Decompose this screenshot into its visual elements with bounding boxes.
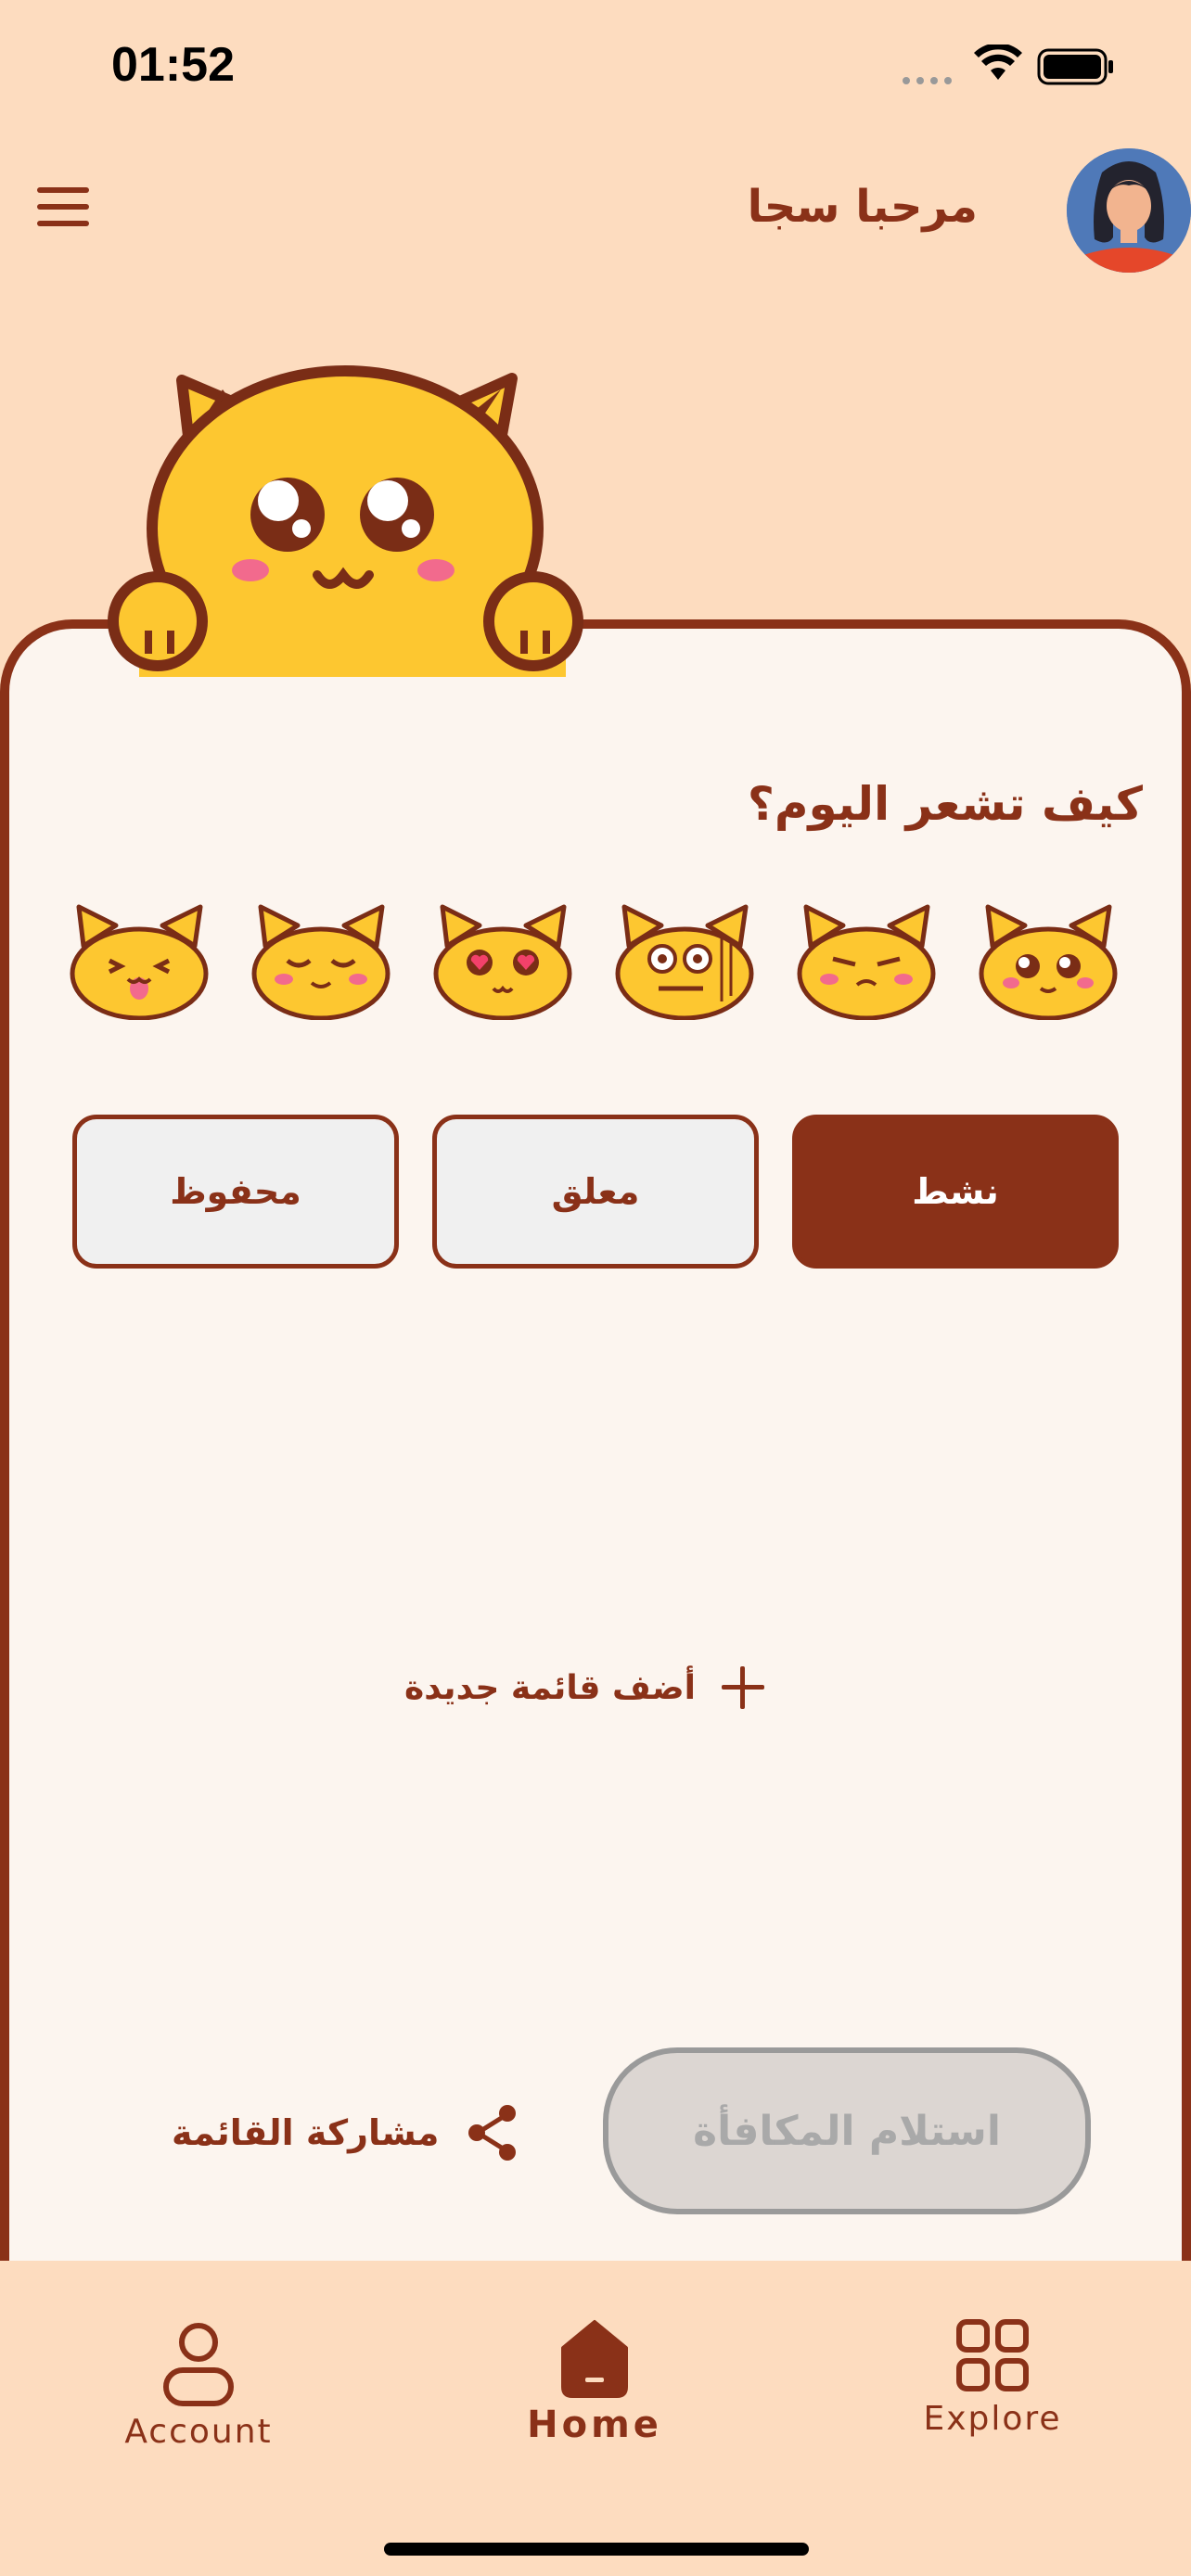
cat-mascot-icon bbox=[108, 365, 583, 677]
plus-icon bbox=[721, 1666, 764, 1709]
menu-button[interactable] bbox=[37, 187, 96, 232]
nav-home-label: Home bbox=[527, 2404, 662, 2446]
menu-line bbox=[37, 221, 89, 226]
claim-reward-button[interactable]: استلام المكافأة bbox=[603, 2047, 1091, 2214]
tab-suspended[interactable]: معلق bbox=[432, 1115, 759, 1269]
nav-home[interactable]: Home bbox=[483, 2316, 706, 2446]
sleepy-cat-icon[interactable] bbox=[247, 899, 395, 1020]
add-list-button[interactable]: أضف قائمة جديدة bbox=[404, 1660, 764, 1715]
app-header: مرحبا سجا bbox=[0, 139, 1191, 278]
cellular-signal-icon bbox=[903, 77, 952, 84]
mood-selector bbox=[65, 899, 1122, 1020]
status-time: 01:52 bbox=[111, 38, 235, 92]
nav-account[interactable]: Account bbox=[87, 2316, 310, 2451]
wifi-icon bbox=[974, 45, 1022, 80]
account-icon bbox=[163, 2323, 234, 2406]
nav-account-label: Account bbox=[124, 2413, 273, 2451]
mood-question: كيف تشعر اليوم؟ bbox=[747, 777, 1143, 831]
user-avatar-icon bbox=[1067, 148, 1191, 273]
teary-cat-icon[interactable] bbox=[974, 899, 1122, 1020]
nav-explore[interactable]: Explore bbox=[881, 2316, 1104, 2438]
avatar[interactable] bbox=[1067, 148, 1191, 273]
home-indicator bbox=[384, 2543, 809, 2556]
home-icon bbox=[561, 2320, 628, 2398]
annoyed-cat-icon[interactable] bbox=[792, 899, 941, 1020]
add-list-label: أضف قائمة جديدة bbox=[404, 1668, 696, 1707]
tab-active[interactable]: نشط bbox=[792, 1115, 1119, 1269]
playful-cat-icon[interactable] bbox=[65, 899, 213, 1020]
greeting-title: مرحبا سجا bbox=[747, 181, 978, 233]
share-list-button[interactable]: مشاركة القائمة bbox=[172, 2098, 520, 2168]
menu-line bbox=[37, 187, 89, 193]
share-icon bbox=[468, 2105, 517, 2161]
tab-saved[interactable]: محفوظ bbox=[72, 1115, 399, 1269]
main-card bbox=[0, 619, 1191, 2270]
nav-explore-label: Explore bbox=[923, 2400, 1062, 2438]
status-bar: 01:52 bbox=[0, 0, 1191, 139]
battery-icon bbox=[1037, 48, 1113, 85]
share-list-label: مشاركة القائمة bbox=[172, 2112, 440, 2153]
menu-line bbox=[37, 204, 89, 210]
love-cat-icon[interactable] bbox=[429, 899, 577, 1020]
dizzy-cat-icon[interactable] bbox=[610, 899, 759, 1020]
explore-grid-icon bbox=[956, 2319, 1029, 2391]
bottom-nav: Account Home Explore bbox=[0, 2261, 1191, 2576]
